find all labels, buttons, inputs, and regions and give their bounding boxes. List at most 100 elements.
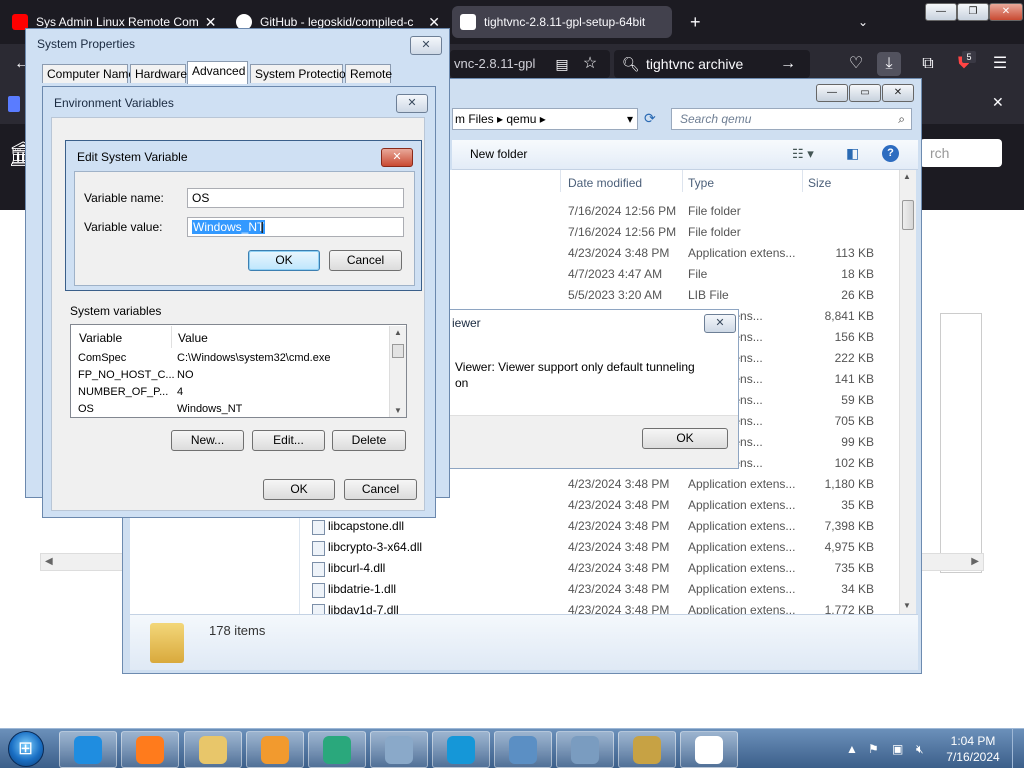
table-row[interactable]: libcurl-4.dll 4/23/2024 3:48 PM Applicatio…: [300, 558, 900, 579]
taskbar-app-button[interactable]: [556, 731, 614, 768]
taskbar-app-button[interactable]: [494, 731, 552, 768]
show-desktop-button[interactable]: [1012, 729, 1024, 768]
file-date: 4/23/2024 3:48 PM: [568, 246, 670, 260]
taskbar-app-button[interactable]: [184, 731, 242, 768]
minimize-button[interactable]: —: [925, 3, 957, 21]
taskbar-app-button[interactable]: [432, 731, 490, 768]
tab-computer-name[interactable]: Computer Name: [42, 64, 135, 83]
variable-value-input[interactable]: Windows_NT: [187, 217, 404, 237]
new-tab-button[interactable]: +: [682, 6, 708, 38]
start-button[interactable]: ⊞: [8, 731, 44, 767]
edit-variable-ok-button[interactable]: OK: [248, 250, 320, 271]
explorer-minimize-button[interactable]: —: [816, 84, 848, 102]
preview-pane-icon[interactable]: ◧: [846, 145, 859, 162]
vertical-scrollbar[interactable]: ▲ ▼: [899, 170, 916, 614]
bookmark-star-icon[interactable]: ☆: [578, 52, 602, 76]
column-date-modified[interactable]: Date modified: [568, 176, 642, 190]
variable-value-label: Variable value:: [84, 220, 163, 234]
scroll-thumb[interactable]: [392, 344, 404, 358]
show-hidden-icons-icon[interactable]: ▲: [846, 742, 858, 756]
address-bar[interactable]: m Files ▸ qemu ▸ ▾: [452, 108, 638, 130]
taskbar-app-button[interactable]: [59, 731, 117, 768]
scroll-up-icon[interactable]: ▲: [903, 172, 911, 181]
refresh-icon[interactable]: ⟳: [644, 110, 656, 127]
table-row[interactable]: libcrypto-3-x64.dll 4/23/2024 3:48 PM Appl…: [300, 537, 900, 558]
column-size[interactable]: Size: [808, 176, 831, 190]
edit-variable-cancel-button[interactable]: Cancel: [329, 250, 402, 271]
volume-muted-icon[interactable]: 🔇︎: [916, 742, 924, 757]
scroll-down-icon[interactable]: ▼: [903, 601, 911, 610]
list-item[interactable]: NUMBER_OF_P... 4: [71, 384, 389, 401]
edit-variable-button[interactable]: Edit...: [252, 430, 325, 451]
taskbar-app-button[interactable]: [680, 731, 738, 768]
dialog-ok-button[interactable]: OK: [642, 428, 728, 449]
computer-icon: [571, 736, 599, 764]
dropdown-arrow-icon[interactable]: ▾: [627, 109, 633, 129]
archive-site-icon: [460, 14, 476, 30]
url-text: vnc-2.8.11-gpl: [454, 56, 536, 71]
list-item[interactable]: FP_NO_HOST_C... NO: [71, 367, 389, 384]
view-options-icon[interactable]: ☷ ▾: [792, 146, 814, 162]
environment-variables-close-button[interactable]: ✕: [396, 94, 428, 113]
column-type[interactable]: Type: [688, 176, 714, 190]
taskbar-app-button[interactable]: [370, 731, 428, 768]
tab-remote[interactable]: Remote: [345, 64, 392, 83]
tab-list-button[interactable]: ⌄: [850, 6, 876, 38]
network-icon[interactable]: ▣: [892, 742, 903, 756]
go-arrow-icon[interactable]: →: [776, 52, 800, 76]
search-query: tightvnc archive: [646, 56, 744, 72]
extensions-icon[interactable]: ⧉: [916, 52, 940, 76]
list-header-value[interactable]: Value: [178, 331, 208, 345]
environment-cancel-button[interactable]: Cancel: [344, 479, 417, 500]
file-size: 99 KB: [841, 435, 874, 449]
dialog-close-button[interactable]: ✕: [704, 314, 736, 333]
scroll-right-icon[interactable]: ▶: [971, 556, 979, 567]
maximize-button[interactable]: ❐: [957, 3, 989, 21]
environment-ok-button[interactable]: OK: [263, 479, 335, 500]
scroll-down-icon[interactable]: ▼: [394, 406, 402, 415]
taskbar-app-button[interactable]: [618, 731, 676, 768]
scroll-up-icon[interactable]: ▲: [394, 328, 402, 337]
dialog-body: Viewer: Viewer support only default tunn…: [450, 334, 738, 418]
help-icon[interactable]: ?: [882, 145, 899, 162]
delete-variable-button[interactable]: Delete: [332, 430, 406, 451]
file-date: 4/23/2024 3:48 PM: [568, 519, 670, 533]
explorer-maximize-button[interactable]: ▭: [849, 84, 881, 102]
taskbar-app-button[interactable]: [308, 731, 366, 768]
tab-advanced[interactable]: Advanced: [187, 61, 248, 84]
reader-view-icon[interactable]: ▤: [550, 52, 574, 76]
browser-tab-tightvnc[interactable]: tightvnc-2.8.11-gpl-setup-64bit: [452, 6, 672, 38]
taskbar-app-button[interactable]: [121, 731, 179, 768]
list-item-selected[interactable]: OS Windows_NT: [71, 401, 389, 418]
list-header-variable[interactable]: Variable: [79, 331, 122, 345]
table-row[interactable]: libcapstone.dll 4/23/2024 3:48 PM Applicat…: [300, 516, 900, 537]
table-row[interactable]: libdatrie-1.dll 4/23/2024 3:48 PM Applicat…: [300, 579, 900, 600]
tab-system-protection[interactable]: System Protection: [250, 64, 352, 83]
file-size: 141 KB: [834, 372, 874, 386]
scroll-left-icon[interactable]: ◀: [45, 556, 53, 567]
edit-variable-close-button[interactable]: ✕: [381, 148, 413, 167]
file-type: Application extens...: [688, 477, 796, 491]
window-title: Edit System Variable: [77, 150, 188, 164]
close-window-button[interactable]: ✕: [989, 3, 1023, 21]
explorer-close-button[interactable]: ✕: [882, 84, 914, 102]
action-center-flag-icon[interactable]: ⚑: [868, 742, 879, 756]
new-variable-button[interactable]: New...: [171, 430, 244, 451]
pocket-icon[interactable]: ♡: [844, 52, 868, 76]
system-clock[interactable]: 1:04 PM 7/16/2024: [940, 733, 1006, 765]
site-search-input[interactable]: rch: [920, 139, 1002, 167]
taskbar-app-button[interactable]: [246, 731, 304, 768]
breadcrumb-segment[interactable]: qemu: [506, 112, 536, 126]
new-folder-button[interactable]: New folder: [470, 147, 527, 161]
tab-hardware[interactable]: Hardware: [130, 64, 187, 83]
close-notification-icon[interactable]: ✕: [992, 94, 1004, 111]
variable-name-input[interactable]: OS: [187, 188, 404, 208]
download-icon[interactable]: ⤓: [877, 52, 901, 76]
menu-hamburger-icon[interactable]: ☰: [988, 52, 1012, 76]
breadcrumb-segment[interactable]: m Files: [455, 112, 494, 126]
explorer-search-input[interactable]: Search qemu ⌕: [671, 108, 912, 130]
scroll-thumb[interactable]: [902, 200, 914, 230]
list-scrollbar[interactable]: ▲ ▼: [389, 326, 406, 417]
list-item[interactable]: ComSpec C:\Windows\system32\cmd.exe: [71, 350, 389, 367]
system-properties-close-button[interactable]: ✕: [410, 36, 442, 55]
